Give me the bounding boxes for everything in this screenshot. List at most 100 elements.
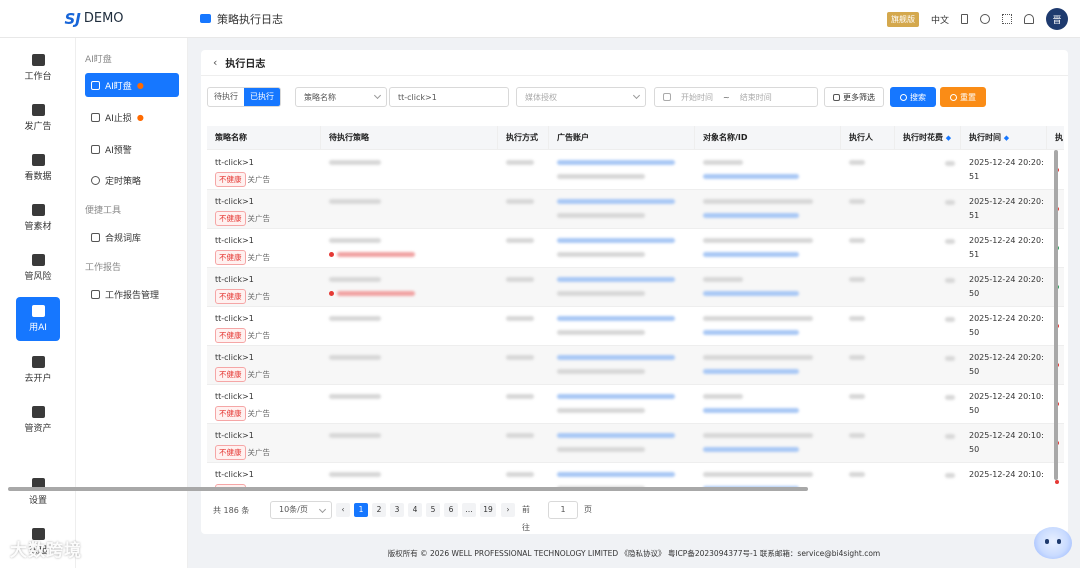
keyword-input[interactable]: tt-click>1 [389, 87, 509, 107]
redacted-text [329, 472, 381, 477]
next-page-button[interactable]: › [501, 503, 515, 517]
object-id [703, 211, 799, 220]
subnav-item-compliance[interactable]: 合规词库 [85, 225, 179, 249]
date-range-picker[interactable]: 开始时间 ~ 结束时间 [654, 87, 818, 107]
redacted-text [849, 160, 865, 165]
top-bar: SJ DEMO 策略执行日志 旗舰版 中文 晋 [0, 0, 1080, 38]
table-row[interactable]: tt-click>1 不健康 关广告 2025-12-24 20:20: 50 [207, 268, 1064, 307]
select-value: 10条/页 [279, 505, 308, 514]
exec-mode [506, 275, 534, 284]
executor-name [849, 314, 865, 323]
rail-item-assets[interactable]: 管资产 [16, 398, 60, 442]
subnav-item-scheduled[interactable]: 定时策略 [85, 168, 179, 192]
more-filters-button[interactable]: 更多筛选 [824, 87, 884, 107]
table-row[interactable]: tt-click>1 不健康 关广告 2025-12-24 20:20: 50 [207, 307, 1064, 346]
goto-page-input[interactable]: 1 [548, 501, 578, 519]
help-icon[interactable] [980, 14, 990, 24]
subnav-item-ai-stoploss[interactable]: AI止损 ● [85, 105, 179, 129]
table-row[interactable]: tt-click>1 不健康 关广告 2025-12-24 20:20: 51 [207, 151, 1064, 190]
page-2[interactable]: 2 [372, 503, 386, 517]
rail-item-material[interactable]: 管素材 [16, 196, 60, 240]
logo[interactable]: SJ DEMO [0, 10, 188, 28]
object-name [703, 353, 813, 362]
page-4[interactable]: 4 [408, 503, 422, 517]
col-exec-time[interactable]: 执行时间 ◆ [961, 126, 1047, 150]
page-5[interactable]: 5 [426, 503, 440, 517]
subnav-group-tools: 便捷工具 [85, 206, 122, 216]
assistant-bot-icon[interactable] [1034, 527, 1072, 559]
health-tag: 不健康 [215, 367, 246, 382]
edition-badge[interactable]: 旗舰版 [886, 11, 919, 27]
col-exec-cost[interactable]: 执行时花费 ◆ [895, 126, 961, 150]
cell-strategy-name: tt-click>1 不健康关广告 [207, 307, 321, 346]
object-name [703, 314, 813, 323]
media-auth-select[interactable]: 媒体授权 [516, 87, 646, 107]
table-row[interactable]: tt-click>1 不健康 关广告 2025-12-24 20:10: 50 [207, 424, 1064, 463]
subnav-item-ai-monitor[interactable]: AI盯盘 ● [85, 73, 179, 97]
strategy-name-select[interactable]: 策略名称 [295, 87, 387, 107]
rail-item-settings[interactable]: 设置 [16, 470, 60, 514]
object-id [703, 250, 799, 259]
vertical-scrollbar[interactable] [1054, 150, 1058, 480]
reset-button[interactable]: 重置 [940, 87, 986, 107]
rail-item-open-account[interactable]: 去开户 [16, 348, 60, 392]
end-date[interactable]: 结束时间 [740, 92, 772, 103]
apps-grid-icon[interactable] [1002, 14, 1012, 24]
page-ellipsis[interactable]: … [462, 503, 476, 517]
redacted-text [557, 369, 645, 374]
cell-exec-time: 2025-12-24 20:20: 50 [961, 346, 1047, 385]
back-icon[interactable]: ‹ [213, 56, 217, 69]
account-name [557, 275, 675, 284]
table-row[interactable]: tt-click>1 不健康 关广告 2025-12-24 20:20: 51 [207, 229, 1064, 268]
tab-executed[interactable]: 已执行 [244, 88, 280, 106]
rail-item-data[interactable]: 看数据 [16, 146, 60, 190]
page-title: 策略执行日志 [200, 11, 283, 27]
start-date[interactable]: 开始时间 [681, 92, 713, 103]
cell-ad-account [549, 424, 695, 463]
page-19[interactable]: 19 [480, 503, 496, 517]
table-row[interactable]: tt-click>1 不健康 关广告 2025-12-24 20:20: 50 [207, 346, 1064, 385]
account-name [557, 392, 675, 401]
language-switch[interactable]: 中文 [931, 13, 949, 26]
cost-value [945, 393, 955, 402]
table-row[interactable]: tt-click>1 不健康 关广告 2025-12-24 20:20: 51 [207, 190, 1064, 229]
cell-executor [841, 151, 895, 190]
ad-icon [31, 104, 45, 116]
redacted-text [557, 199, 675, 204]
col-executor: 执行人 [841, 126, 895, 150]
rail-item-workbench[interactable]: 工作台 [16, 46, 60, 90]
rail-item-risk[interactable]: 管风险 [16, 246, 60, 290]
prev-page-button[interactable]: ‹ [336, 503, 350, 517]
exec-mode [506, 470, 534, 479]
health-line: 不健康关广告 [215, 406, 270, 421]
table-row[interactable]: tt-click>1 不健康 关广告 2025-12-24 20:10: 50 [207, 385, 1064, 424]
subnav-item-ai-alert[interactable]: AI预警 [85, 137, 179, 161]
cell-exec-cost [895, 346, 961, 385]
page-6[interactable]: 6 [444, 503, 458, 517]
mobile-icon[interactable] [961, 14, 968, 24]
bell-icon[interactable] [1024, 14, 1034, 24]
avatar[interactable]: 晋 [1046, 8, 1068, 30]
rail-item-ads[interactable]: 发广告 [16, 96, 60, 140]
redacted-text [337, 252, 415, 257]
subnav-item-report-manage[interactable]: 工作报告管理 [85, 282, 179, 306]
tab-pending[interactable]: 待执行 [208, 88, 244, 106]
rail-label: 用AI [29, 323, 47, 333]
redacted-text [329, 277, 381, 282]
page-size-select[interactable]: 10条/页 [270, 501, 332, 519]
exec-mode [506, 314, 534, 323]
cell-executor [841, 307, 895, 346]
filter-icon [91, 80, 100, 90]
button-label: 更多筛选 [843, 92, 875, 102]
horizontal-scrollbar[interactable] [8, 487, 808, 491]
page-1[interactable]: 1 [354, 503, 368, 517]
cell-ad-account [549, 229, 695, 268]
rail-item-ai[interactable]: 用AI [16, 297, 60, 341]
select-placeholder: 媒体授权 [525, 92, 557, 102]
object-id [703, 445, 799, 454]
search-button[interactable]: 搜索 [890, 87, 936, 107]
page-3[interactable]: 3 [390, 503, 404, 517]
redacted-text [557, 330, 645, 335]
cell-exec-mode [498, 307, 549, 346]
redacted-text [945, 395, 955, 400]
